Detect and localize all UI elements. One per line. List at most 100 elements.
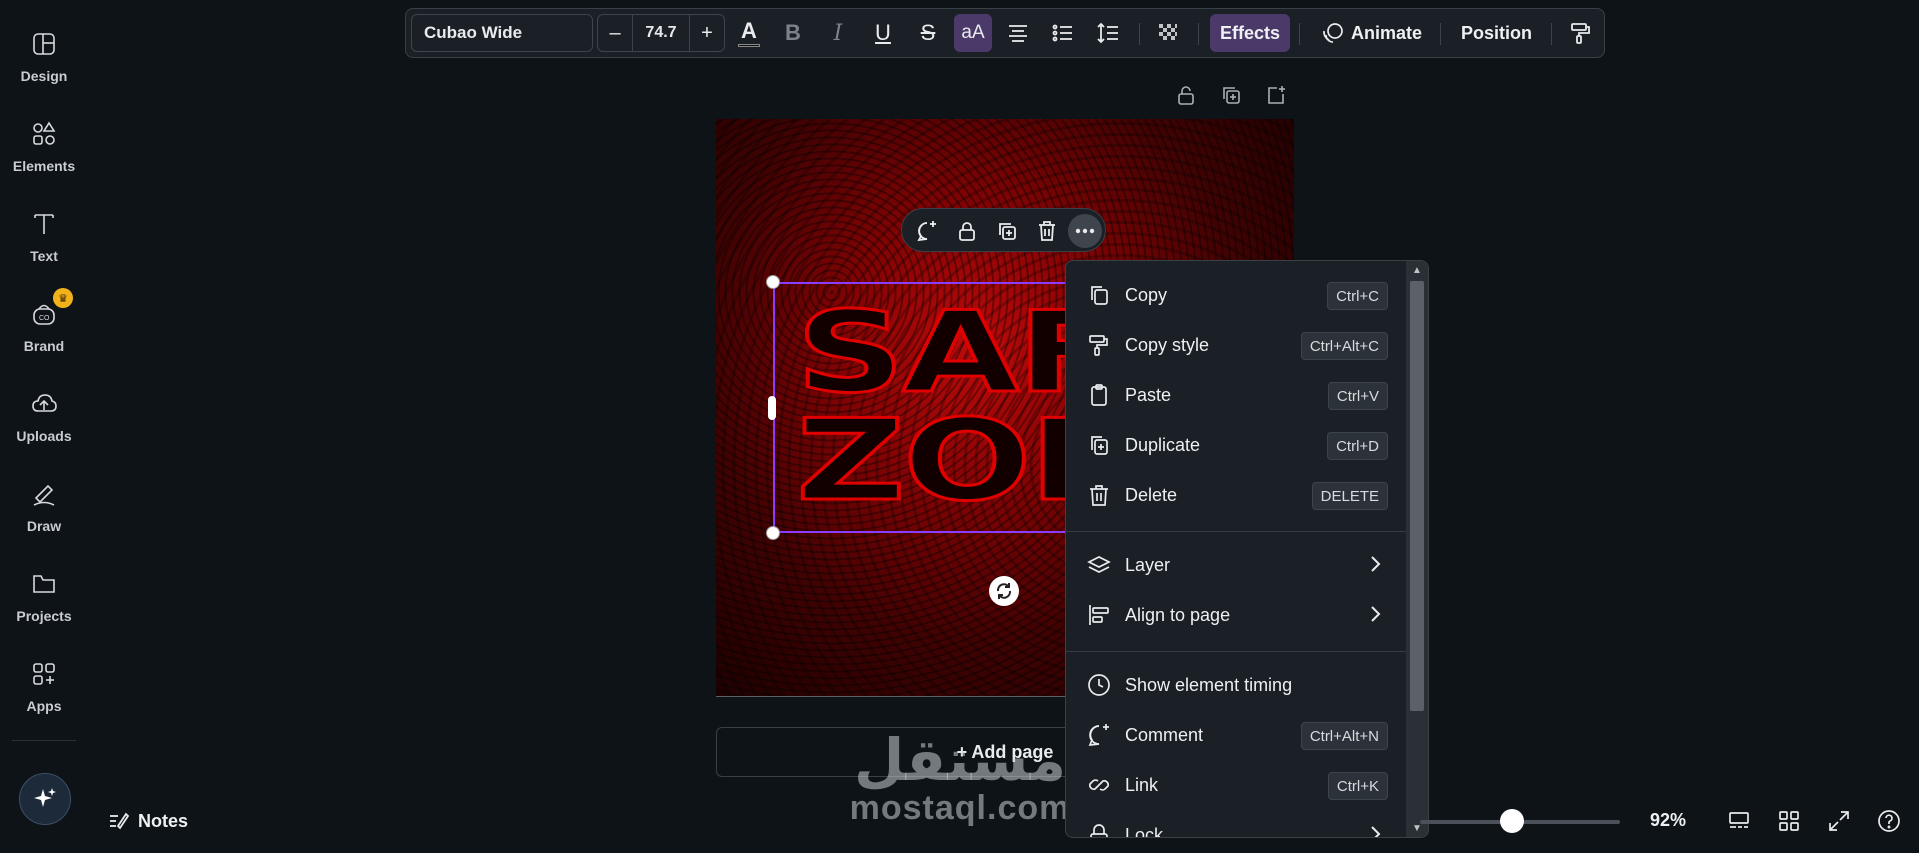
strikethrough-button[interactable]: S [909,14,947,52]
menu-item-link[interactable]: Link Ctrl+K [1066,760,1408,810]
letter-case-button[interactable]: aA [954,14,992,52]
position-button[interactable]: Position [1451,14,1542,52]
sidebar-item-apps[interactable]: Apps [0,652,88,732]
menu-item-align-to-page[interactable]: Align to page [1066,590,1408,640]
zoom-level[interactable]: 92% [1650,810,1686,831]
menu-item-show-element-timing[interactable]: Show element timing [1066,660,1408,710]
layers-icon [1087,556,1111,573]
grid-icon [1779,811,1799,831]
brand-icon: CO [33,304,55,325]
spacing-button[interactable] [1089,14,1127,52]
menu-item-label: Copy style [1125,334,1210,355]
transparency-button[interactable] [1149,14,1187,52]
chevron-right-icon [1371,556,1381,572]
notes-button[interactable]: Notes [108,808,188,834]
menu-item-delete[interactable]: Delete DELETE [1066,470,1408,520]
zoom-slider-knob[interactable] [1500,809,1524,833]
sidebar-divider [12,740,76,741]
resize-handle-left[interactable] [768,396,776,420]
font-size-input[interactable]: 74.7 [632,15,690,51]
shortcut-badge: Ctrl+K [1327,772,1388,800]
effects-button[interactable]: Effects [1210,14,1291,52]
sidebar-item-brand[interactable]: CO Brand [0,292,88,372]
lock-icon [1090,824,1108,837]
increase-size-button[interactable]: + [690,15,724,51]
watermark-latin: mostaql.com [849,789,1071,827]
left-sidebar: Design Elements Text CO Brand ♛ Uploads … [0,0,88,853]
transparency-icon [1159,24,1177,40]
underline-button[interactable]: U [864,14,902,52]
more-options-button[interactable] [1068,214,1102,248]
sidebar-item-label: Draw [26,518,62,534]
shortcut-badge: Ctrl+C [1327,282,1388,310]
scroll-down-arrow-icon[interactable]: ▼ [1411,823,1423,835]
menu-item-lock[interactable]: Lock [1066,810,1408,837]
pages-icon [1729,812,1749,828]
sidebar-item-label: Brand [23,338,65,354]
pages-view-button[interactable] [1724,806,1754,836]
sidebar-item-uploads[interactable]: Uploads [0,382,88,462]
sidebar-item-label: Apps [26,698,62,714]
magic-button[interactable] [19,773,71,825]
decrease-size-button[interactable]: – [598,15,632,51]
lock-element-button[interactable] [950,214,984,248]
scroll-up-arrow-icon[interactable]: ▲ [1411,265,1423,277]
font-size-stepper: – 74.7 + [597,14,725,52]
watermark-arabic: مستقل [853,726,1067,794]
menu-item-label: Layer [1125,554,1171,575]
bold-button[interactable]: B [774,14,812,52]
sidebar-item-draw[interactable]: Draw [0,472,88,552]
more-icon [1075,228,1095,234]
font-family-dropdown[interactable]: Cubao Wide [411,14,593,52]
elements-icon [33,121,56,145]
duplicate-page-button[interactable] [1220,84,1244,108]
link-icon [1088,779,1110,791]
apps-icon [33,663,55,685]
lock-icon [959,222,975,241]
menu-item-comment[interactable]: Comment Ctrl+Alt+N [1066,710,1408,760]
shortcut-badge: Ctrl+Alt+N [1300,722,1388,750]
resize-handle-top-left[interactable] [766,275,780,289]
notes-icon [110,812,130,830]
paint-roller-icon [1089,335,1108,356]
sidebar-item-design[interactable]: Design [0,22,88,102]
menu-item-layer[interactable]: Layer [1066,540,1408,590]
help-icon [1878,810,1900,832]
delete-element-button[interactable] [1030,214,1064,248]
menu-divider [1066,531,1408,532]
resize-handle-bottom-left[interactable] [766,526,780,540]
text-color-icon: A [741,17,757,43]
sidebar-item-elements[interactable]: Elements [0,112,88,192]
line-spacing-icon [1097,22,1118,44]
design-icon [33,33,55,55]
sidebar-item-text[interactable]: Text [0,202,88,282]
app-window: Design Elements Text CO Brand ♛ Uploads … [0,0,1919,853]
duplicate-element-button[interactable] [990,214,1024,248]
menu-scrollbar[interactable]: ▲ ▼ [1406,261,1428,837]
align-center-button[interactable] [999,14,1037,52]
lock-page-button[interactable] [1175,84,1199,108]
text-color-button[interactable]: A [730,14,768,52]
selection-box[interactable] [773,282,1073,533]
sidebar-item-projects[interactable]: Projects [0,562,88,642]
list-button[interactable] [1044,14,1082,52]
fullscreen-button[interactable] [1824,806,1854,836]
italic-button[interactable]: I [819,14,857,52]
menu-item-duplicate[interactable]: Duplicate Ctrl+D [1066,420,1408,470]
rotate-handle[interactable] [989,576,1019,606]
copy-icon [1091,286,1108,305]
copy-style-button[interactable] [1561,14,1599,52]
help-button[interactable] [1874,806,1904,836]
menu-item-copy[interactable]: Copy Ctrl+C [1066,270,1408,320]
menu-item-copy-style[interactable]: Copy style Ctrl+Alt+C [1066,320,1408,370]
add-page-icon-button[interactable] [1265,84,1289,108]
scrollbar-thumb[interactable] [1410,281,1424,711]
menu-item-label: Duplicate [1125,434,1201,455]
shortcut-badge: Ctrl+D [1327,432,1388,460]
sidebar-item-label: Elements [12,158,76,174]
comment-button[interactable] [910,214,944,248]
duplicate-icon [1091,436,1108,455]
grid-view-button[interactable] [1774,806,1804,836]
animate-button[interactable]: Animate [1313,14,1432,52]
menu-item-paste[interactable]: Paste Ctrl+V [1066,370,1408,420]
